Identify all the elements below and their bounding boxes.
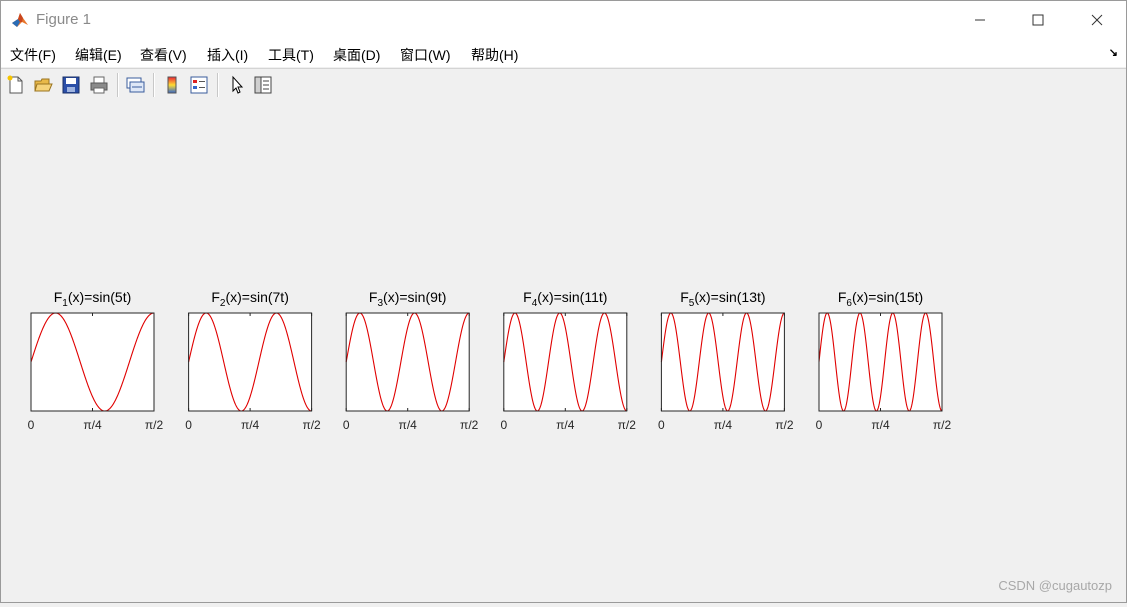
figure-window: Figure 1 文件(F) 编辑(E) 查看(V) 插入(I) 工具(T) 桌… <box>0 0 1127 603</box>
menu-file[interactable]: 文件(F) <box>10 45 56 65</box>
title-rest: (x)=sin(13t) <box>694 289 765 305</box>
x-tick-label: π/4 <box>556 418 575 432</box>
toolbar-separator <box>153 73 155 97</box>
x-tick-label: π/2 <box>933 418 952 432</box>
property-editor-icon <box>254 76 272 94</box>
window-title: Figure 1 <box>36 11 92 28</box>
figure-canvas[interactable]: 0 π/4 π/2 F1(x)=sin(5t) 0 π/4 π/2 F2(x)=sin(7t)… <box>1 101 1126 602</box>
menu-view[interactable]: 查看(V) <box>140 45 187 65</box>
legend-icon <box>190 76 208 94</box>
subplot-grid: 0 π/4 π/2 F1(x)=sin(5t) 0 π/4 π/2 F2(x)=sin(7t)… <box>28 289 952 432</box>
title-bar[interactable]: Figure 1 <box>1 1 1126 39</box>
link-plot-button[interactable] <box>123 73 147 97</box>
maximize-button[interactable] <box>1015 1 1061 39</box>
x-tick-label: π/4 <box>399 418 418 432</box>
figure-toolbar <box>1 68 1126 102</box>
subplot-title: F4(x)=sin(11t) <box>523 289 607 309</box>
link-plot-icon <box>126 77 145 93</box>
menu-insert[interactable]: 插入(I) <box>207 45 248 65</box>
x-tick-label: 0 <box>816 418 823 432</box>
x-tick-label: π/2 <box>775 418 794 432</box>
x-tick-label: π/2 <box>460 418 479 432</box>
toolbar-separator <box>217 73 219 97</box>
title-rest: (x)=sin(11t) <box>537 289 607 305</box>
title-base: F <box>680 289 689 305</box>
x-tick-label: 0 <box>185 418 192 432</box>
pointer-button[interactable] <box>225 73 249 97</box>
subplot-4: 0 π/4 π/2 F4(x)=sin(11t) <box>500 289 636 432</box>
x-tick-label: π/2 <box>618 418 637 432</box>
x-tick-label: 0 <box>500 418 507 432</box>
watermark: CSDN @cugautozp <box>998 578 1112 593</box>
colorbar-button[interactable] <box>160 73 184 97</box>
print-button[interactable] <box>87 73 111 97</box>
subplot-1: 0 π/4 π/2 F1(x)=sin(5t) <box>28 289 164 432</box>
x-tick-label: π/2 <box>302 418 321 432</box>
title-rest: (x)=sin(9t) <box>383 289 446 305</box>
x-tick-label: π/4 <box>871 418 890 432</box>
subplot-6: 0 π/4 π/2 F6(x)=sin(15t) <box>816 289 952 432</box>
subplot-title: F1(x)=sin(5t) <box>54 289 132 309</box>
property-editor-button[interactable] <box>251 73 275 97</box>
new-figure-button[interactable] <box>4 73 28 97</box>
subplot-title: F6(x)=sin(15t) <box>838 289 923 309</box>
print-icon <box>90 76 108 94</box>
title-base: F <box>369 289 378 305</box>
minimize-icon <box>975 19 985 21</box>
title-base: F <box>54 289 63 305</box>
x-tick-label: π/4 <box>83 418 102 432</box>
title-base: F <box>211 289 220 305</box>
x-tick-label: 0 <box>658 418 665 432</box>
x-tick-label: 0 <box>343 418 350 432</box>
legend-button[interactable] <box>187 73 211 97</box>
subplot-3: 0 π/4 π/2 F3(x)=sin(9t) <box>343 289 479 432</box>
x-tick-label: π/4 <box>714 418 733 432</box>
close-button[interactable] <box>1074 1 1120 39</box>
minimize-button[interactable] <box>957 1 1003 39</box>
open-file-button[interactable] <box>31 73 55 97</box>
close-icon <box>1091 14 1103 26</box>
title-rest: (x)=sin(5t) <box>68 289 131 305</box>
menu-edit[interactable]: 编辑(E) <box>75 45 122 65</box>
matlab-logo-icon <box>11 11 29 29</box>
menu-help[interactable]: 帮助(H) <box>471 45 518 65</box>
dock-arrow-icon[interactable]: ↘ <box>1109 46 1118 59</box>
toolbar-separator <box>117 73 119 97</box>
title-rest: (x)=sin(7t) <box>225 289 288 305</box>
title-base: F <box>838 289 847 305</box>
pointer-icon <box>232 75 244 94</box>
open-file-icon <box>34 78 53 92</box>
menu-desktop[interactable]: 桌面(D) <box>333 45 380 65</box>
x-tick-label: π/4 <box>241 418 260 432</box>
save-icon <box>62 76 80 94</box>
save-button[interactable] <box>59 73 83 97</box>
subplot-title: F2(x)=sin(7t) <box>211 289 289 309</box>
x-tick-label: π/2 <box>145 418 164 432</box>
subplot-5: 0 π/4 π/2 F5(x)=sin(13t) <box>658 289 794 432</box>
x-tick-label: 0 <box>28 418 35 432</box>
menu-tools[interactable]: 工具(T) <box>268 45 314 65</box>
title-rest: (x)=sin(15t) <box>852 289 923 305</box>
menu-bar: 文件(F) 编辑(E) 查看(V) 插入(I) 工具(T) 桌面(D) 窗口(W… <box>1 39 1126 67</box>
subplot-title: F3(x)=sin(9t) <box>369 289 447 309</box>
menu-window[interactable]: 窗口(W) <box>400 45 451 65</box>
subplot-title: F5(x)=sin(13t) <box>680 289 765 309</box>
colorbar-icon <box>167 76 177 94</box>
title-base: F <box>523 289 532 305</box>
subplot-2: 0 π/4 π/2 F2(x)=sin(7t) <box>185 289 321 432</box>
new-figure-icon <box>7 75 23 94</box>
maximize-icon <box>1032 14 1044 26</box>
